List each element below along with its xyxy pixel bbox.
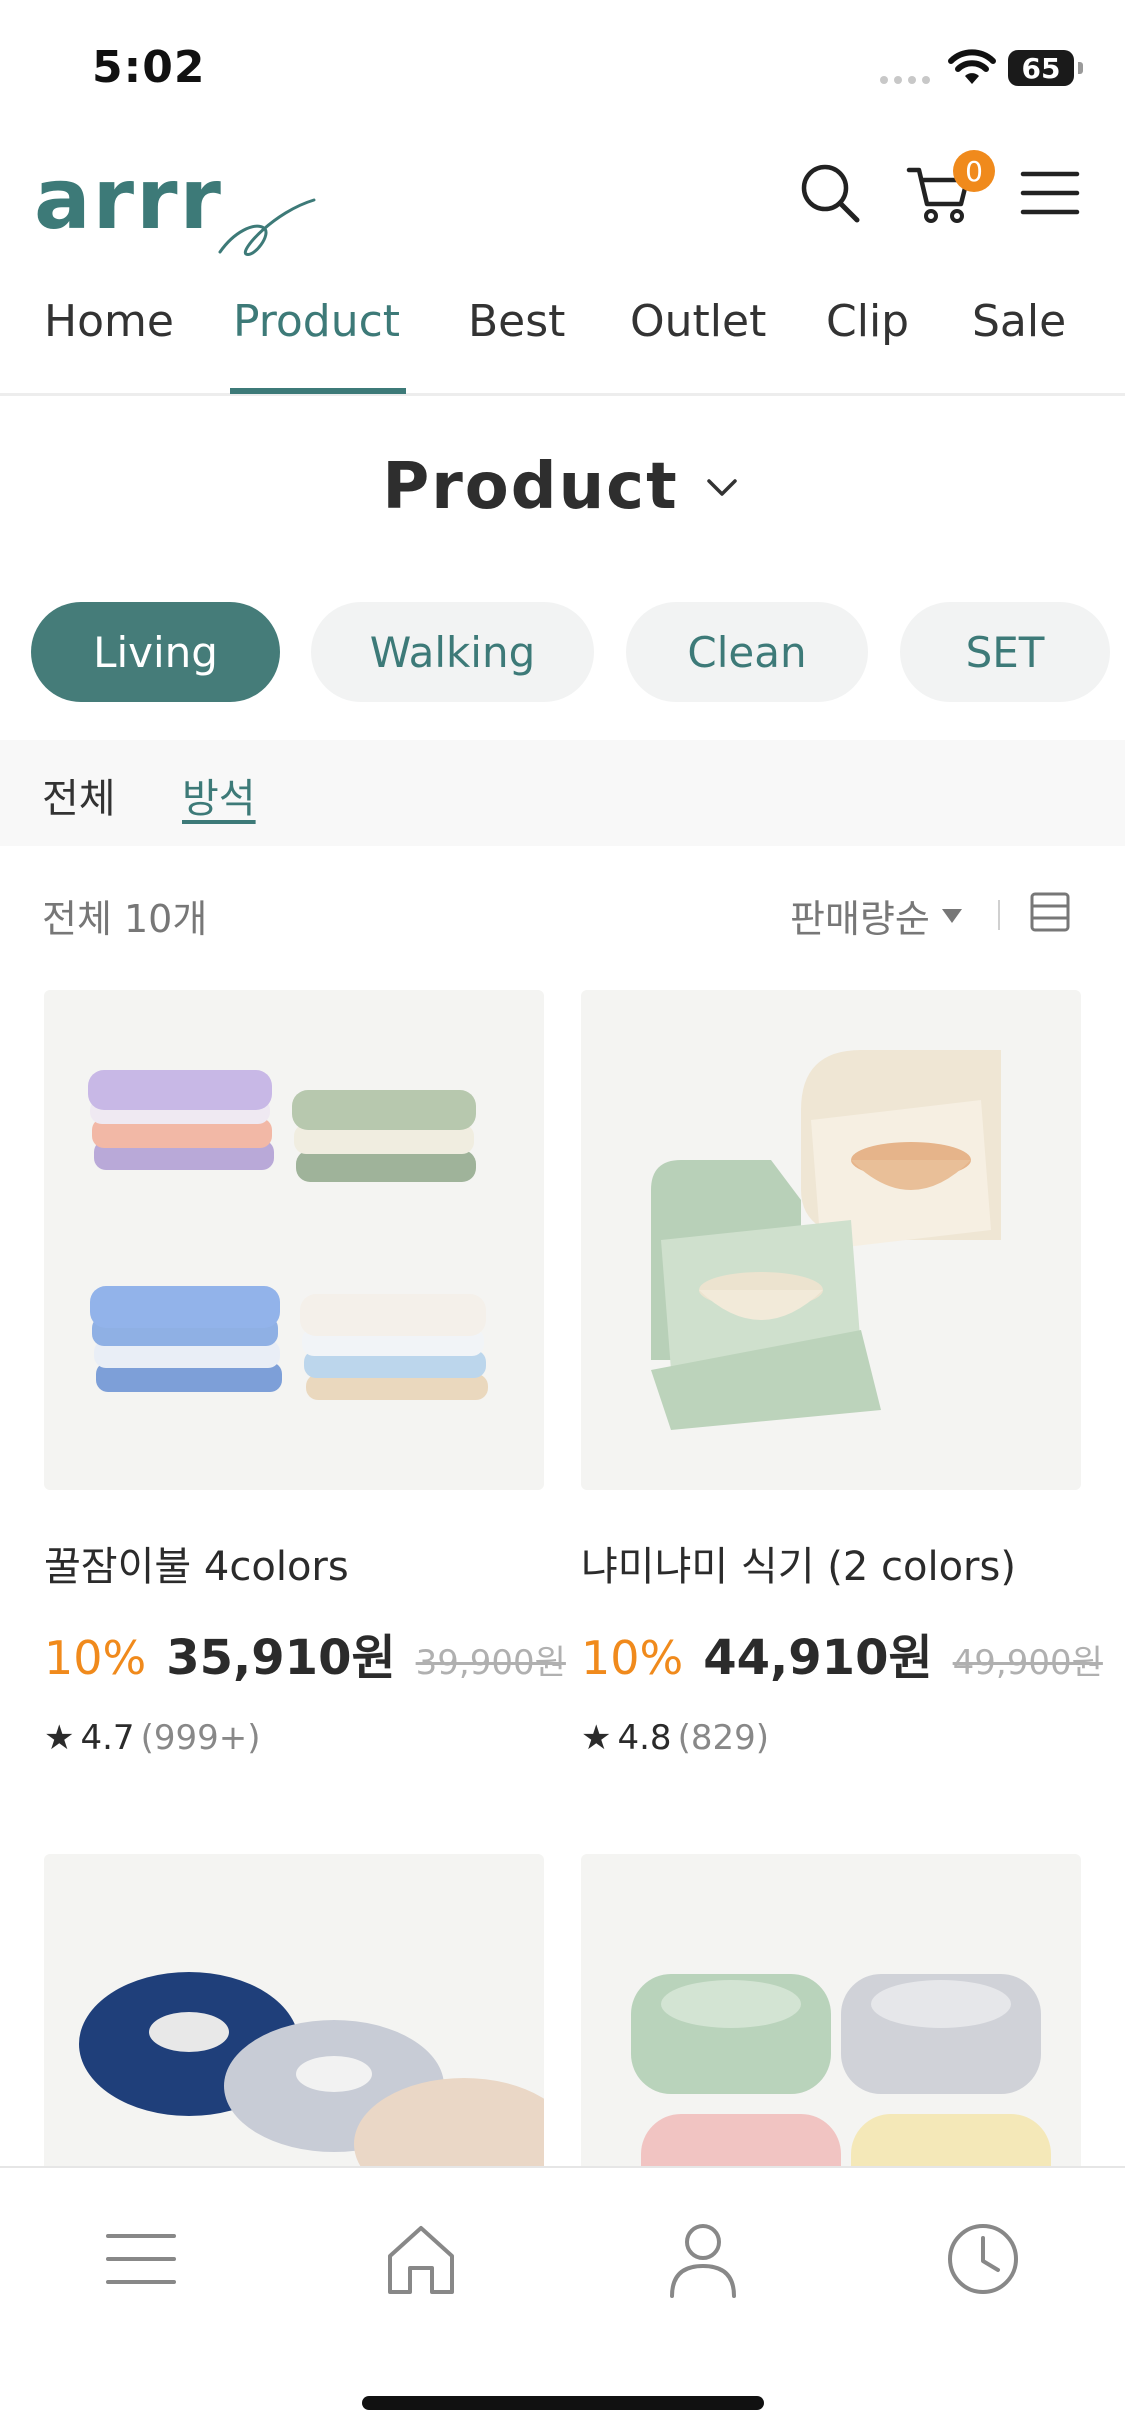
tab-product[interactable]: Product: [233, 296, 400, 347]
tab-best[interactable]: Best: [468, 296, 565, 347]
brand-logo[interactable]: arrr: [34, 150, 316, 270]
price-row: 10% 35,910원 39,900원: [44, 1618, 566, 1688]
rating-value: 4.8: [617, 1718, 672, 1758]
pet-bed-image: [631, 1974, 1051, 2166]
wifi-icon: [948, 49, 996, 84]
tab-sale[interactable]: Sale: [972, 296, 1066, 347]
product-name[interactable]: 꿀잠이불 4colors: [44, 1534, 544, 1592]
product-image[interactable]: [44, 990, 544, 1490]
blanket-stack-image: [88, 1070, 488, 1400]
cellular-signal-icon: [880, 76, 930, 84]
original-price: 49,900원: [952, 1643, 1103, 1683]
home-indicator: [362, 2396, 764, 2410]
category-chip-walking[interactable]: Walking: [311, 602, 594, 702]
product-name[interactable]: 냐미냐미 식기 (2 colors): [581, 1534, 1081, 1592]
donut-cushion-image: [79, 1972, 544, 2166]
subcategory-all[interactable]: 전체: [42, 766, 116, 824]
main-nav: Home Product Best Outlet Clip Sale: [0, 282, 1125, 396]
review-count: (829): [677, 1718, 769, 1758]
sort-label: 판매량순: [790, 897, 930, 941]
menu-icon[interactable]: [98, 2216, 184, 2302]
rating-row: ★ 4.8 (829): [581, 1718, 1081, 1758]
product-card[interactable]: [581, 1854, 1081, 2166]
product-image[interactable]: [581, 1854, 1081, 2166]
search-icon[interactable]: [795, 158, 865, 228]
review-count: (999+): [140, 1718, 261, 1758]
subcategory-bar: 전체 방석: [0, 740, 1125, 846]
star-icon: ★: [581, 1718, 612, 1758]
tab-outlet[interactable]: Outlet: [630, 296, 766, 347]
cart-count-badge: 0: [953, 150, 995, 192]
home-icon[interactable]: [378, 2216, 464, 2302]
sale-price: 44,910원: [703, 1630, 933, 1686]
category-chip-clean[interactable]: Clean: [626, 602, 868, 702]
chevron-down-icon: [706, 479, 737, 496]
logo-text: arrr: [34, 150, 223, 248]
category-chip-living[interactable]: Living: [31, 602, 280, 702]
hamburger-menu-icon[interactable]: [1015, 158, 1085, 228]
result-count: 전체 10개: [42, 897, 208, 941]
tab-clip[interactable]: Clip: [826, 296, 909, 347]
logo-swoosh-icon: [218, 198, 316, 256]
original-price: 39,900원: [415, 1643, 566, 1683]
product-card[interactable]: 냐미냐미 식기 (2 colors) 10% 44,910원 49,900원 ★…: [581, 990, 1103, 1758]
page-title-dropdown[interactable]: Product: [0, 450, 1125, 524]
product-image[interactable]: [581, 990, 1081, 1490]
battery-icon: 65: [1008, 50, 1074, 86]
price-row: 10% 44,910원 49,900원: [581, 1618, 1103, 1688]
caret-down-icon: [941, 908, 962, 923]
product-card[interactable]: [44, 1854, 544, 2166]
pet-bowl-stand-image: [651, 1050, 1001, 1430]
product-card[interactable]: 꿀잠이불 4colors 10% 35,910원 39,900원 ★ 4.7 (…: [44, 990, 566, 1758]
sale-price: 35,910원: [166, 1630, 396, 1686]
toolbar-divider: [998, 900, 1000, 930]
sort-dropdown[interactable]: 판매량순: [790, 888, 964, 943]
tab-home[interactable]: Home: [44, 296, 174, 347]
active-tab-indicator: [230, 388, 406, 394]
battery-nub: [1078, 62, 1083, 74]
clock-icon[interactable]: [940, 2216, 1026, 2302]
star-icon: ★: [44, 1718, 75, 1758]
status-bar: 5:02 65: [0, 0, 1125, 130]
discount-rate: 10%: [581, 1631, 684, 1685]
user-icon[interactable]: [660, 2216, 746, 2302]
category-chip-set[interactable]: SET: [900, 602, 1110, 702]
rating-value: 4.7: [80, 1718, 135, 1758]
discount-rate: 10%: [44, 1631, 147, 1685]
product-image[interactable]: [44, 1854, 544, 2166]
rating-row: ★ 4.7 (999+): [44, 1718, 544, 1758]
page-title: Product: [382, 450, 679, 524]
subcategory-cushion[interactable]: 방석: [182, 766, 256, 824]
list-view-icon[interactable]: [1028, 890, 1072, 934]
status-time: 5:02: [92, 42, 206, 93]
